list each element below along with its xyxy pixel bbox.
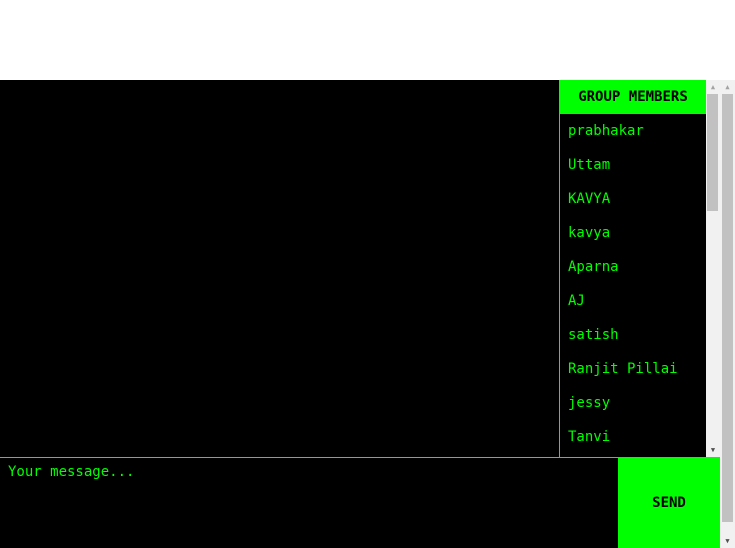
member-item[interactable]: Tanvi xyxy=(560,420,706,454)
members-scrollbar[interactable]: ▲ ▼ xyxy=(706,80,720,457)
group-members-panel: GROUP MEMBERS prabhakar Uttam KAVYA kavy… xyxy=(559,80,720,457)
scroll-up-arrow-icon[interactable]: ▲ xyxy=(720,80,735,94)
scroll-down-arrow-icon[interactable]: ▼ xyxy=(720,534,735,548)
member-item[interactable]: KAVYA xyxy=(560,182,706,216)
member-item[interactable]: AJ xyxy=(560,284,706,318)
page: GROUP MEMBERS prabhakar Uttam KAVYA kavy… xyxy=(0,0,735,548)
page-scrollbar-thumb[interactable] xyxy=(722,94,733,522)
send-button[interactable]: SEND xyxy=(618,458,720,548)
page-scrollbar[interactable]: ▲ ▼ xyxy=(720,80,735,548)
message-input[interactable] xyxy=(0,458,618,548)
composer: SEND xyxy=(0,457,720,548)
member-item[interactable]: Ranjit Pillai xyxy=(560,352,706,386)
scroll-up-arrow-icon[interactable]: ▲ xyxy=(706,80,720,94)
member-item[interactable]: Aparna xyxy=(560,250,706,284)
group-members-header: GROUP MEMBERS xyxy=(560,80,706,114)
message-log[interactable] xyxy=(0,80,559,457)
chat-area: GROUP MEMBERS prabhakar Uttam KAVYA kavy… xyxy=(0,80,720,548)
members-scrollbar-thumb[interactable] xyxy=(707,94,718,211)
member-item[interactable]: Uttam xyxy=(560,148,706,182)
member-item[interactable]: satish xyxy=(560,318,706,352)
member-item[interactable]: prabhakar xyxy=(560,114,706,148)
members-list: prabhakar Uttam KAVYA kavya Aparna AJ sa… xyxy=(560,114,706,454)
member-item[interactable]: jessy xyxy=(560,386,706,420)
member-item[interactable]: kavya xyxy=(560,216,706,250)
scroll-down-arrow-icon[interactable]: ▼ xyxy=(706,443,720,457)
